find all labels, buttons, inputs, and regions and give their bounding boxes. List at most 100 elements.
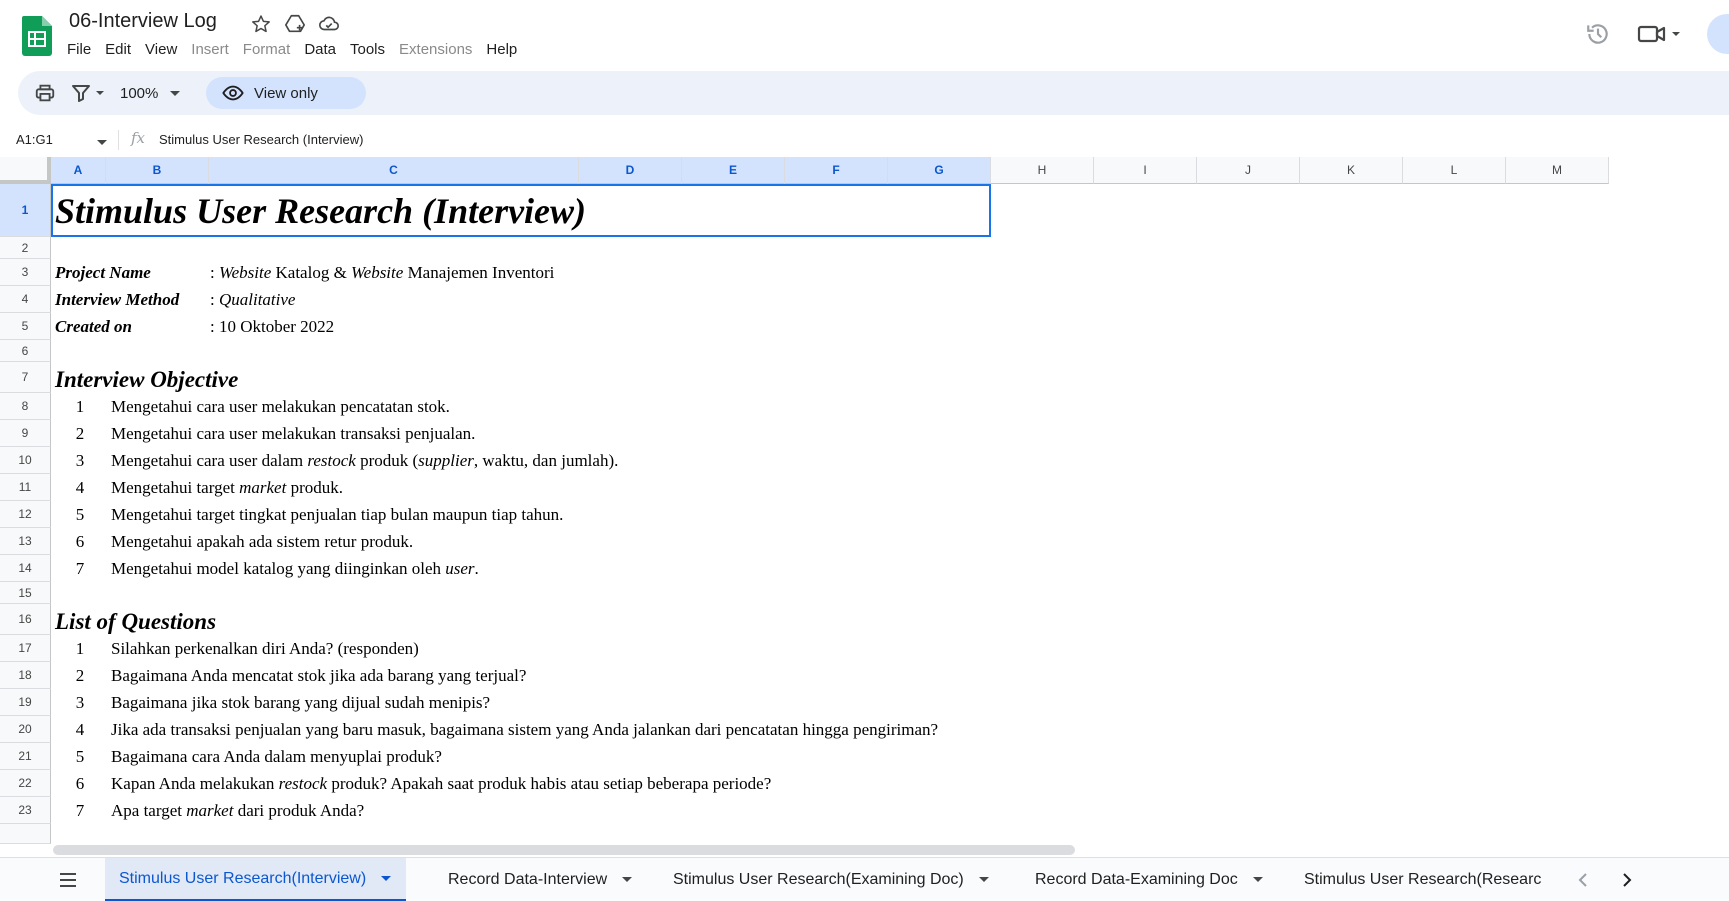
question-number: 7 [75,800,85,820]
sheet-tab-label: Record Data-Interview [448,871,608,888]
objective-number: 6 [75,531,85,551]
name-box[interactable]: A1:G1 [16,132,53,147]
menu-data[interactable]: Data [297,40,343,60]
column-header-k[interactable]: K [1300,157,1403,184]
row-header-17[interactable]: 17 [0,635,51,662]
row-header-11[interactable]: 11 [0,474,51,501]
row-header-16[interactable]: 16 [0,604,51,635]
row-header-8[interactable]: 8 [0,393,51,420]
row-header-13[interactable]: 13 [0,528,51,555]
menu-file[interactable]: File [60,40,98,60]
print-icon[interactable] [34,71,56,115]
chevron-down-icon[interactable] [621,875,633,885]
spreadsheet-grid[interactable]: A B C D E F G H I J K L M 1 2 3 4 5 6 7 8 9 10 11 12 13 14 15 16 17 18… [0,157,1729,847]
text-run: : 10 Oktober 2022 [210,316,335,336]
text-run: Mengetahui cara user dalam [111,450,308,470]
column-header-j[interactable]: J [1197,157,1300,184]
menu-tools[interactable]: Tools [343,40,392,60]
text-run: produk? Apakah saat produk habis atau se… [327,773,772,793]
sheet-tab[interactable]: Stimulus User Research(Researc [1290,858,1556,901]
column-header-b[interactable]: B [106,157,209,184]
document-title[interactable]: 06-Interview Log [69,10,217,33]
text-run: : [210,262,219,282]
row-header-10[interactable]: 10 [0,447,51,474]
sheet-tab[interactable]: Stimulus User Research(Examining Doc) [659,858,1004,901]
objective-number: 3 [75,450,85,470]
move-to-drive-icon[interactable] [283,12,307,36]
row-header-1[interactable]: 1 [0,184,51,237]
menu-view[interactable]: View [138,40,184,60]
sheet-tab[interactable]: Record Data-Examining Doc [1021,858,1278,901]
menu-insert[interactable]: Insert [184,40,236,60]
row-header-3[interactable]: 3 [0,259,51,286]
objective-text: Mengetahui apakah ada sistem retur produ… [111,528,413,555]
column-header-f[interactable]: F [785,157,888,184]
chevron-down-icon[interactable] [380,874,392,884]
row-header-5[interactable]: 5 [0,313,51,340]
text-run: Mengetahui target [111,477,240,497]
meet-video-icon[interactable] [1637,22,1681,46]
chevron-down-icon[interactable] [978,875,990,885]
account-avatar[interactable] [1707,14,1729,54]
select-all-corner[interactable] [0,157,51,184]
sheet-tab[interactable]: Record Data-Interview [434,858,647,901]
chevron-down-icon[interactable] [1252,875,1264,885]
column-header-d[interactable]: D [579,157,682,184]
column-header-g[interactable]: G [888,157,991,184]
row-header-21[interactable]: 21 [0,743,51,770]
column-header-h[interactable]: H [991,157,1094,184]
row-header-19[interactable]: 19 [0,689,51,716]
formula-input[interactable]: Stimulus User Research (Interview) [159,132,363,147]
row-header-9[interactable]: 9 [0,420,51,447]
menu-format[interactable]: Format [236,40,298,60]
star-icon[interactable] [249,12,273,36]
row-header-18[interactable]: 18 [0,662,51,689]
objective-number: 5 [75,504,85,524]
question-text: Bagaimana cara Anda dalam menyuplai prod… [111,743,442,770]
row-header-22[interactable]: 22 [0,770,51,797]
sheets-logo-icon[interactable] [22,16,52,56]
italic-run: Website [351,262,404,282]
question-text: Bagaimana jika stok barang yang dijual s… [111,689,490,716]
chevron-right-icon[interactable] [1616,870,1636,890]
row-header-23[interactable]: 23 [0,797,51,824]
chevron-down-icon[interactable] [96,138,108,148]
column-header-e[interactable]: E [682,157,785,184]
objective-text: Mengetahui target tingkat penjualan tiap… [111,501,563,528]
view-only-button[interactable]: View only [206,77,366,109]
row-header-2[interactable]: 2 [0,237,51,259]
italic-run: market [186,800,234,820]
objective-text: Mengetahui cara user melakukan pencatata… [111,393,450,420]
row-header-6[interactable]: 6 [0,340,51,362]
meta-label: Project Name [55,262,151,282]
question-number: 5 [75,746,85,766]
all-sheets-menu-icon[interactable] [58,871,78,889]
row-header-4[interactable]: 4 [0,286,51,313]
column-header-i[interactable]: I [1094,157,1197,184]
filter-views-button[interactable] [70,71,110,115]
row-header-15[interactable]: 15 [0,582,51,604]
menu-edit[interactable]: Edit [98,40,138,60]
horizontal-scrollbar[interactable] [53,845,1075,855]
row-header-12[interactable]: 12 [0,501,51,528]
version-history-icon[interactable] [1585,21,1611,47]
menu-help[interactable]: Help [479,40,524,60]
text-run: Kapan Anda melakukan [111,773,279,793]
row-header-20[interactable]: 20 [0,716,51,743]
column-header-c[interactable]: C [209,157,579,184]
divider [118,130,119,150]
chevron-left-icon[interactable] [1574,870,1594,890]
row-header-14[interactable]: 14 [0,555,51,582]
text-run: . [474,558,479,578]
text-run: Mengetahui model katalog yang diinginkan… [111,558,446,578]
column-header-m[interactable]: M [1506,157,1609,184]
column-header-a[interactable]: A [51,157,106,184]
zoom-select[interactable]: 100% [120,71,182,115]
question-number: 6 [75,773,85,793]
menu-extensions[interactable]: Extensions [392,40,479,60]
sheet-tab-label: Stimulus User Research(Interview) [119,869,367,887]
column-header-l[interactable]: L [1403,157,1506,184]
cloud-status-icon[interactable] [317,12,341,36]
row-header-7[interactable]: 7 [0,362,51,393]
sheet-tab[interactable]: Stimulus User Research(Interview) [105,858,407,901]
